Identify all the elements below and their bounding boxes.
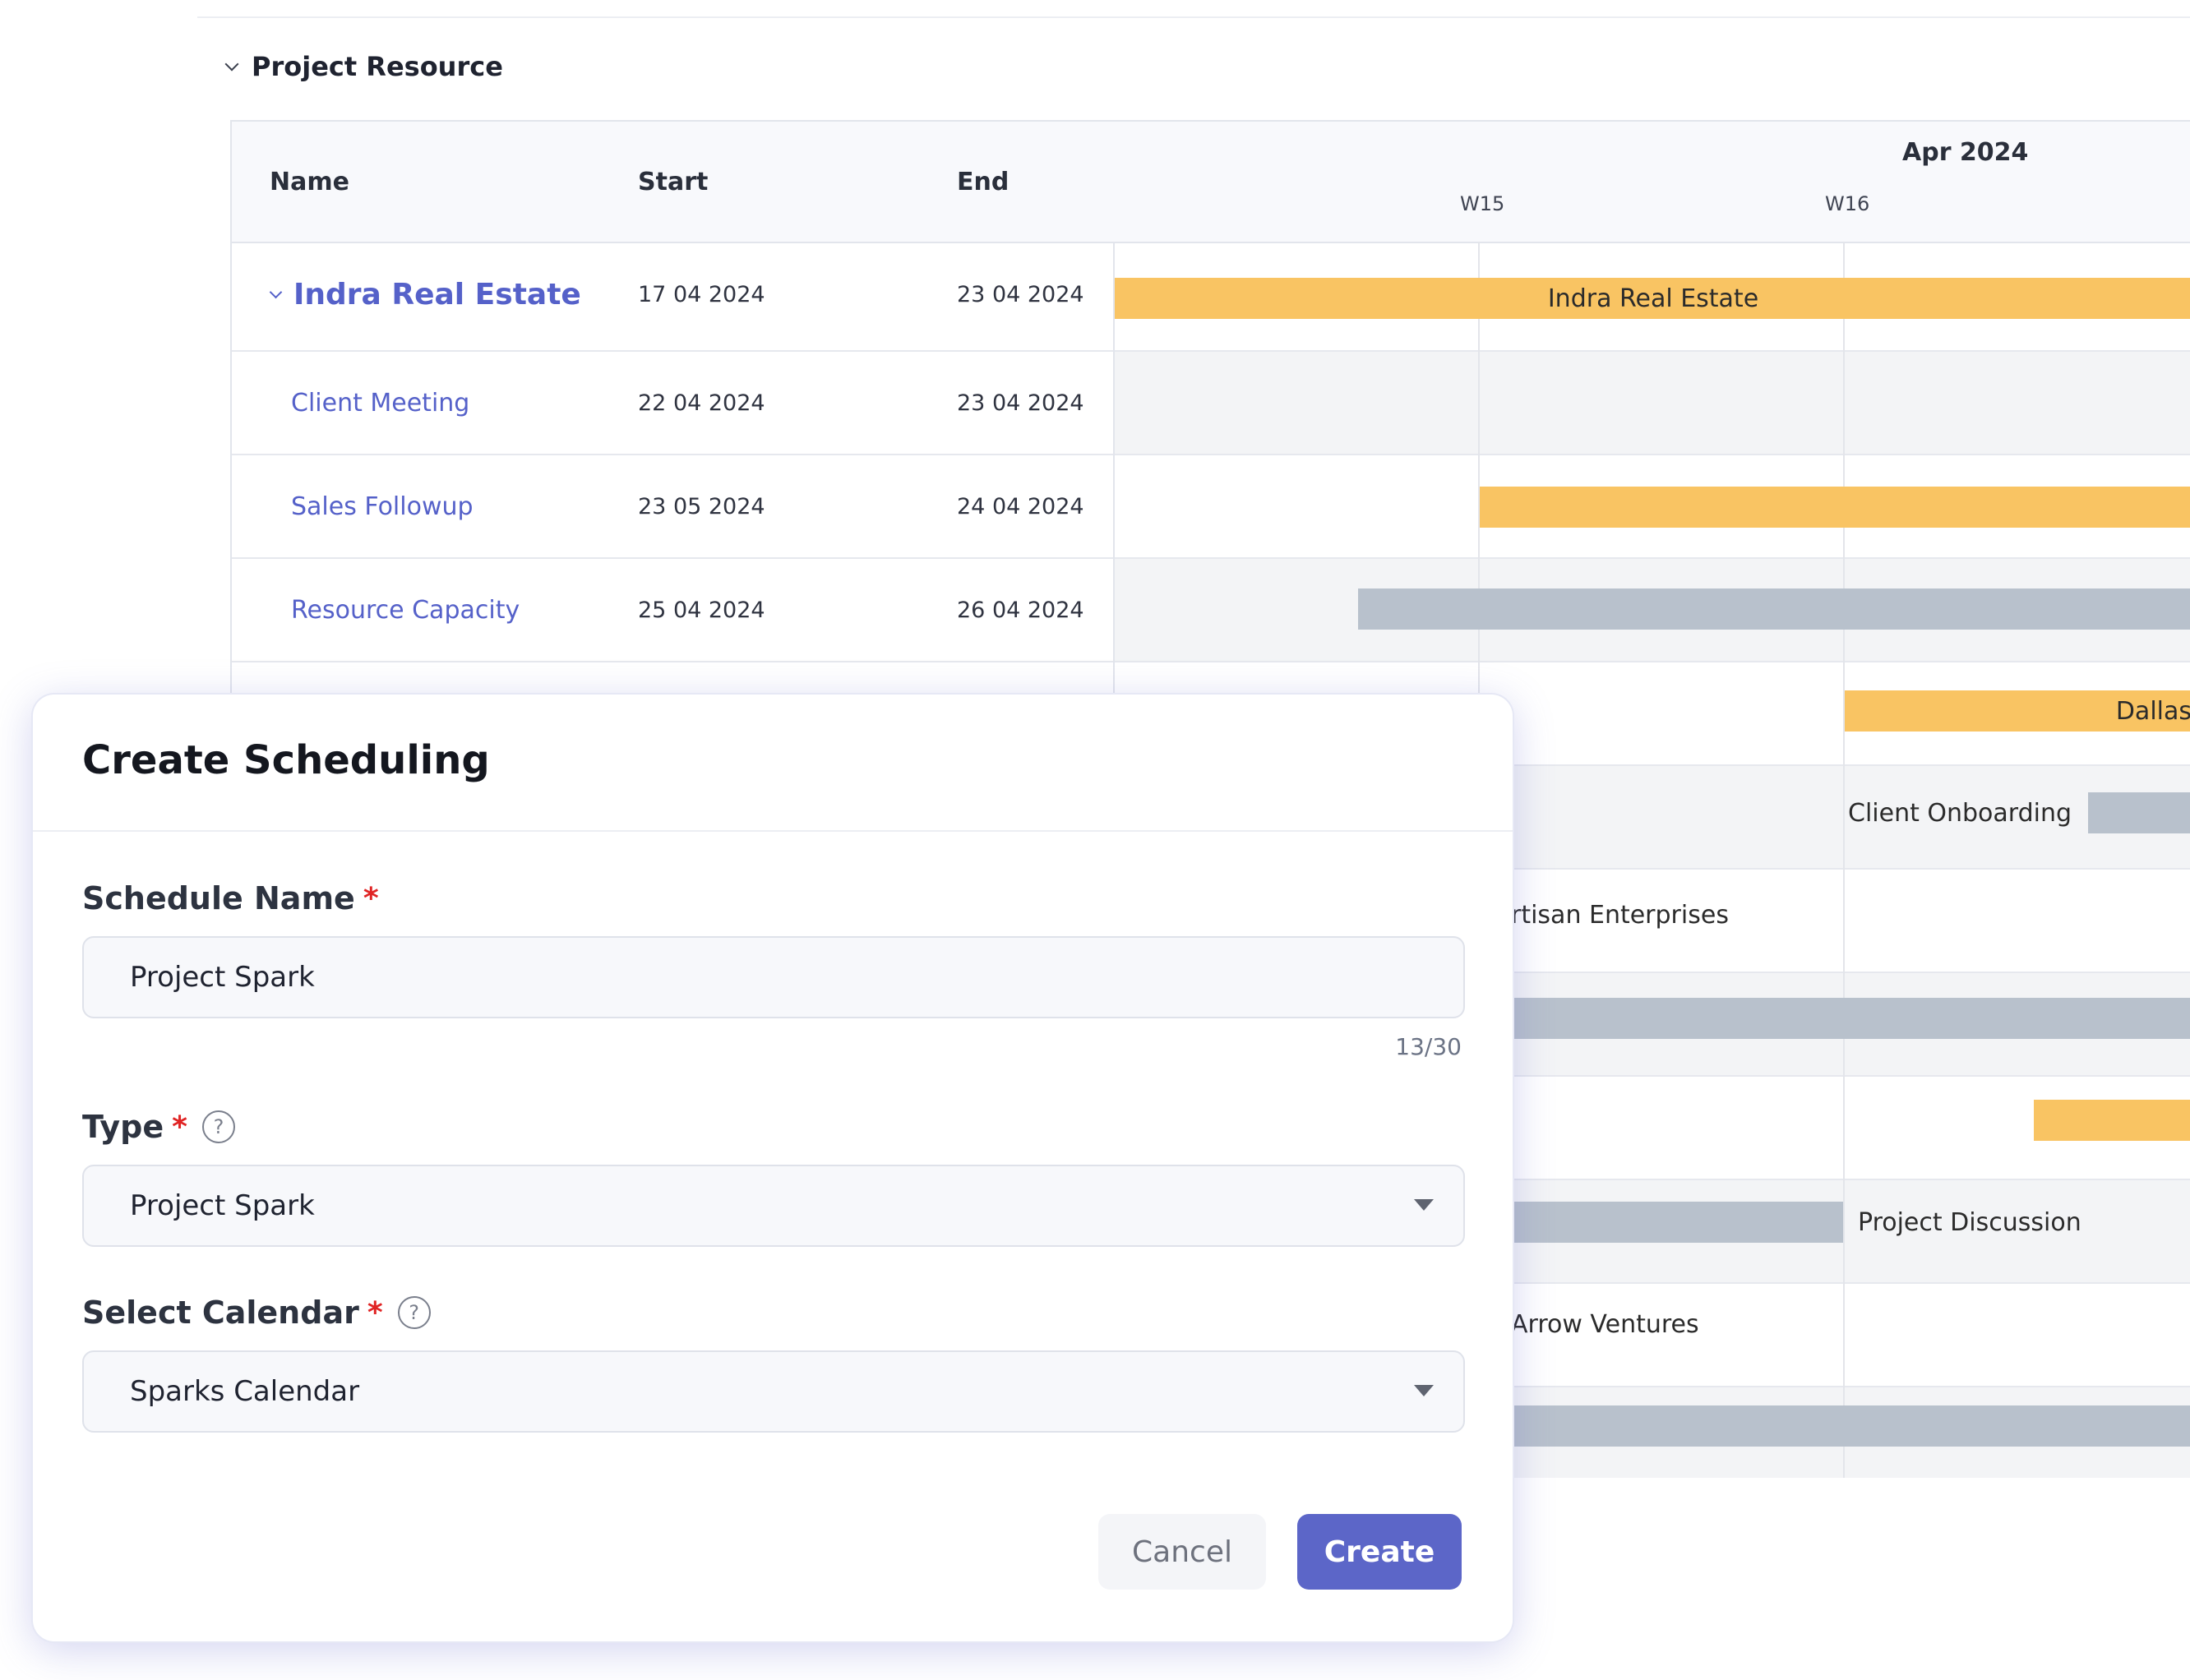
create-button[interactable]: Create [1297,1514,1462,1590]
select-calendar-label-text: Select Calendar [82,1295,359,1331]
section-header[interactable]: Project Resource [224,51,503,82]
required-mark: * [363,881,379,916]
column-header-start[interactable]: Start [638,168,708,196]
character-counter: 13/30 [1395,1033,1462,1060]
type-select[interactable]: Project Spark [82,1165,1465,1247]
gantt-bar-sales-followup[interactable] [1480,487,2190,528]
gantt-bar-dallas[interactable]: Dallas [1845,690,2190,732]
column-header-name[interactable]: Name [270,168,349,196]
chevron-down-icon[interactable] [224,57,239,72]
bar-label: Dallas [2115,696,2190,726]
row-start-date: 17 04 2024 [638,281,765,307]
section-title: Project Resource [252,51,503,82]
dialog-divider [33,830,1513,832]
row-name-label: Indra Real Estate [293,277,581,312]
timeline-week-w16: W16 [1825,192,1870,215]
required-mark: * [172,1110,187,1144]
gantt-bar[interactable] [1514,998,2190,1039]
dropdown-caret-icon[interactable] [1414,1199,1434,1211]
dialog-title: Create Scheduling [82,737,490,783]
create-scheduling-dialog: Create Scheduling Schedule Name * Projec… [33,695,1513,1641]
gantt-bar-client-onboarding[interactable] [2088,792,2190,833]
chevron-down-icon[interactable] [269,285,283,298]
gantt-bar[interactable] [1514,1405,2190,1447]
required-mark: * [367,1295,383,1330]
row-name[interactable]: Resource Capacity [291,559,520,661]
dropdown-caret-icon[interactable] [1414,1385,1434,1396]
top-divider [197,16,2190,18]
type-value: Project Spark [130,1189,315,1222]
row-start-date: 25 04 2024 [638,597,765,623]
row-start-date: 22 04 2024 [638,390,765,416]
schedule-name-input[interactable]: Project Spark [82,936,1465,1018]
row-name[interactable]: Sales Followup [291,455,474,557]
help-icon[interactable]: ? [201,1110,235,1143]
row-name[interactable]: Client Meeting [291,352,469,454]
schedule-name-label-text: Schedule Name [82,880,355,916]
bar-label-client-onboarding: Client Onboarding [1848,799,2072,828]
help-icon[interactable]: ? [397,1296,431,1329]
row-end-date: 24 04 2024 [957,493,1084,519]
schedule-name-label: Schedule Name * [82,880,379,916]
gantt-bar-project-discussion[interactable] [1514,1202,1843,1243]
gantt-header: Name Start End Apr 2024 W15 W16 [232,122,2190,243]
row-end-date: 23 04 2024 [957,281,1084,307]
calendar-value: Sparks Calendar [130,1375,360,1408]
gantt-bar[interactable] [2034,1100,2190,1141]
gantt-row[interactable]: Client Meeting 22 04 2024 23 04 2024 [232,352,2190,455]
row-end-date: 23 04 2024 [957,390,1084,416]
row-start-date: 23 05 2024 [638,493,765,519]
week-gridline-w16 [1843,242,1845,1478]
gantt-bar-indra[interactable]: Indra Real Estate [1115,278,2190,319]
row-end-date: 26 04 2024 [957,597,1084,623]
schedule-name-value: Project Spark [130,961,315,994]
select-calendar-label: Select Calendar * ? [82,1295,431,1331]
calendar-select[interactable]: Sparks Calendar [82,1350,1465,1433]
bar-label-project-discussion: Project Discussion [1858,1208,2081,1237]
type-label: Type * ? [82,1109,235,1145]
column-header-end[interactable]: End [957,168,1009,196]
bar-label: Indra Real Estate [1547,284,1759,313]
type-label-text: Type [82,1109,164,1145]
cancel-button[interactable]: Cancel [1098,1514,1266,1590]
bar-label-arrow: Arrow Ventures [1511,1310,1699,1339]
timeline-month: Apr 2024 [1902,138,2029,167]
gantt-bar-resource-capacity[interactable] [1358,588,2190,630]
timeline-week-w15: W15 [1460,192,1505,215]
row-name[interactable]: Indra Real Estate [269,243,581,345]
bar-label-artisan: rtisan Enterprises [1511,901,1729,930]
